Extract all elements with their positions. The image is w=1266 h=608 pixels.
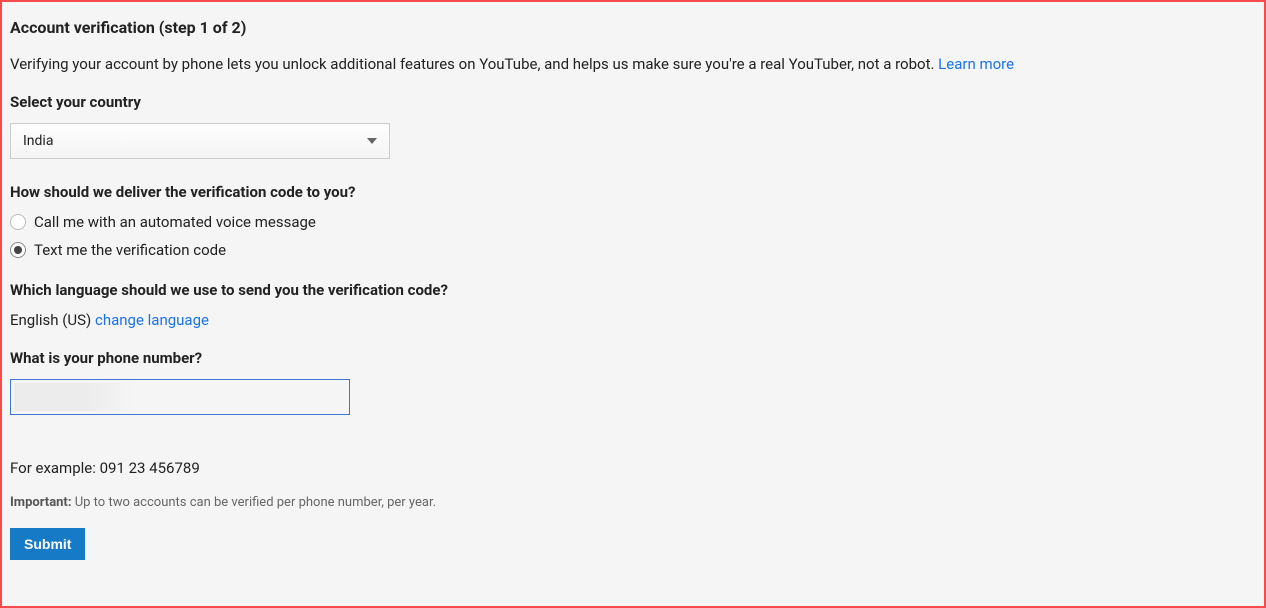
chevron-down-icon: [367, 138, 377, 144]
phone-label: What is your phone number?: [10, 349, 1256, 367]
country-value: India: [23, 133, 53, 149]
submit-button[interactable]: Submit: [10, 528, 85, 560]
important-bold: Important:: [10, 495, 72, 510]
country-label: Select your country: [10, 93, 1256, 111]
radio-icon: [10, 242, 26, 258]
radio-label: Text me the verification code: [34, 241, 226, 259]
description-text: Verifying your account by phone lets you…: [10, 55, 938, 73]
change-language-link[interactable]: change language: [95, 311, 209, 329]
language-label: Which language should we use to send you…: [10, 281, 1256, 299]
radio-text-me[interactable]: Text me the verification code: [10, 241, 1256, 259]
page-title: Account verification (step 1 of 2): [10, 18, 1256, 37]
page-container: Account verification (step 1 of 2) Verif…: [0, 0, 1266, 608]
delivery-label: How should we deliver the verification c…: [10, 183, 1256, 201]
radio-label: Call me with an automated voice message: [34, 213, 316, 231]
country-select[interactable]: India: [10, 123, 390, 159]
radio-call-me[interactable]: Call me with an automated voice message: [10, 213, 1256, 231]
phone-example: For example: 091 23 456789: [10, 459, 1256, 477]
radio-dot-icon: [14, 246, 22, 254]
language-value: English (US): [10, 311, 91, 329]
phone-input-wrap: [10, 379, 1256, 415]
delivery-radio-group: Call me with an automated voice message …: [10, 213, 1256, 259]
phone-input[interactable]: [10, 379, 350, 415]
content-area: Account verification (step 1 of 2) Verif…: [2, 2, 1264, 574]
radio-icon: [10, 214, 26, 230]
important-text: Up to two accounts can be verified per p…: [72, 495, 437, 510]
learn-more-link[interactable]: Learn more: [938, 55, 1014, 73]
verification-description: Verifying your account by phone lets you…: [10, 55, 1256, 73]
language-row: English (US) change language: [10, 311, 1256, 329]
important-note: Important: Up to two accounts can be ver…: [10, 495, 1256, 510]
country-select-wrap: India: [10, 123, 1256, 159]
